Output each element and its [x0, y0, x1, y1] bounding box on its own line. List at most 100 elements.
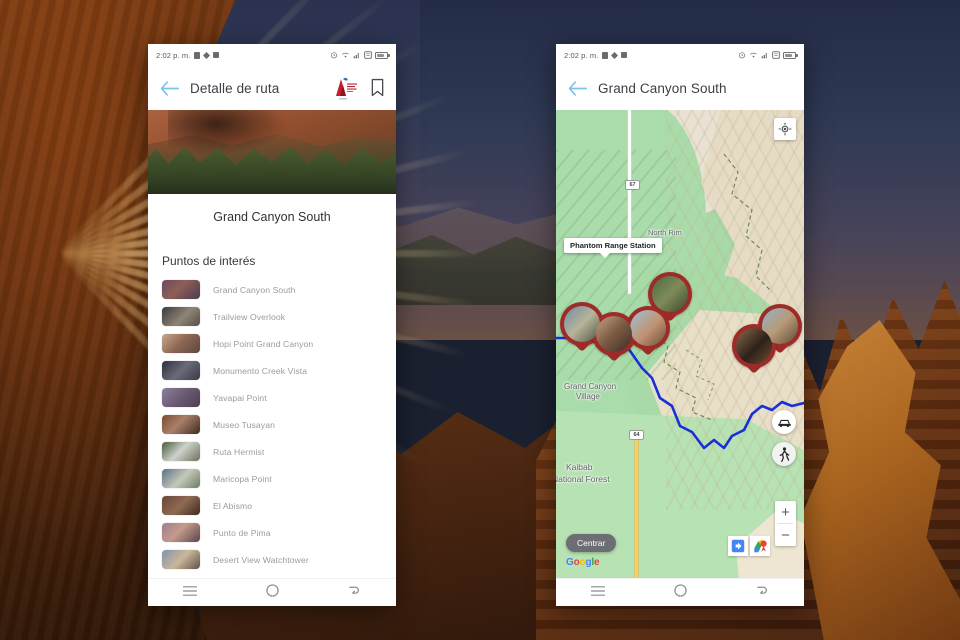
diamond-icon: [203, 51, 211, 59]
zoom-in-button[interactable]: +: [775, 501, 796, 523]
poi-label: El Abismo: [213, 500, 253, 511]
map-label-grand-canyon: Grand Canyon: [564, 382, 617, 391]
map-view[interactable]: 67 64 North Rim Grand Canyon Village Kai…: [556, 110, 804, 578]
signal-icon: [353, 53, 359, 59]
center-button[interactable]: Centrar: [566, 534, 617, 552]
map-label-village: Village: [576, 392, 600, 401]
section-heading-points-of-interest: Puntos de interés: [162, 254, 256, 268]
square-icon: [213, 52, 220, 58]
google-maps-badge[interactable]: [750, 536, 770, 556]
back-arrow-icon[interactable]: [566, 77, 588, 99]
back-nav-icon[interactable]: [756, 584, 769, 602]
poi-thumbnail: [162, 415, 200, 434]
poi-thumbnail: [162, 388, 200, 407]
home-circle-icon[interactable]: [674, 583, 687, 602]
battery-icon: [783, 51, 798, 59]
android-nav-bar-left: [148, 578, 396, 606]
directions-badge[interactable]: [728, 536, 748, 556]
points-of-interest-list: Grand Canyon South Trailview Overlook Hopi…: [148, 276, 396, 573]
list-item[interactable]: Maricopa Point: [162, 465, 396, 492]
highway-shield-67: 67: [625, 180, 640, 190]
pin-photo: [652, 276, 688, 312]
status-time-2: 2:02 p. m.: [564, 50, 599, 60]
poi-thumbnail: [162, 334, 200, 353]
poi-label: Museo Tusayan: [213, 419, 275, 430]
poi-thumbnail: [162, 307, 200, 326]
wifi-icon: [750, 52, 757, 58]
map-tooltip-phantom-range-station[interactable]: Phantom Range Station: [564, 238, 662, 258]
list-item[interactable]: El Abismo: [162, 492, 396, 519]
facebook-icon: [194, 51, 201, 59]
sim-icon: [772, 51, 780, 59]
poi-label: Maricopa Point: [213, 473, 272, 484]
google-maps-badges: [728, 536, 770, 556]
phone-screenshot-right: 2:02 p. m. Grand Canyon South 67 64 Nort…: [556, 44, 804, 606]
zoom-controls[interactable]: + −: [775, 501, 796, 546]
list-item[interactable]: Hopi Point Grand Canyon: [162, 330, 396, 357]
signal-icon: [761, 53, 767, 59]
google-watermark: Google: [566, 557, 600, 568]
page-title: Detalle de ruta: [190, 80, 280, 96]
highway-shield-64: 64: [629, 430, 644, 440]
list-item[interactable]: Desert View Watchtower: [162, 546, 396, 573]
pin-photo: [630, 310, 666, 346]
map-label-kaibab: Kaibab: [566, 462, 593, 472]
menu-icon[interactable]: [182, 584, 197, 602]
zoom-out-button[interactable]: −: [775, 524, 796, 546]
locate-target-icon[interactable]: [774, 118, 796, 140]
poi-thumbnail: [162, 469, 200, 488]
poi-label: Monumento Creek Vista: [213, 365, 308, 376]
app-bar-right: Grand Canyon South: [556, 66, 804, 110]
poi-label: Trailview Overlook: [213, 311, 286, 322]
pin-photo: [564, 306, 600, 342]
poi-label: Grand Canyon South: [213, 284, 296, 295]
poi-label: Hopi Point Grand Canyon: [213, 338, 314, 349]
poi-label: Yavapai Point: [213, 392, 267, 403]
shield-label: 64: [633, 432, 640, 438]
brand-logo: [330, 74, 360, 102]
menu-icon[interactable]: [590, 584, 605, 602]
list-item[interactable]: Trailview Overlook: [162, 303, 396, 330]
route-name: Grand Canyon South: [213, 210, 331, 224]
pin-photo: [736, 328, 772, 364]
poi-label: Desert View Watchtower: [213, 554, 309, 565]
status-bar-right: 2:02 p. m.: [556, 44, 804, 66]
list-item[interactable]: Grand Canyon South: [162, 276, 396, 303]
background-scene: [0, 0, 960, 640]
list-item[interactable]: Museo Tusayan: [162, 411, 396, 438]
poi-label: Punto de Pima: [213, 527, 271, 538]
poi-thumbnail: [162, 496, 200, 515]
list-item[interactable]: Ruta Hermist: [162, 438, 396, 465]
poi-thumbnail: [162, 550, 200, 569]
phone-screenshot-left: 2:02 p. m. Detalle de ruta Grand Canyon …: [148, 44, 396, 606]
bookmark-icon[interactable]: [370, 78, 386, 98]
status-bar-left-group: 2:02 p. m.: [156, 51, 220, 60]
poi-thumbnail: [162, 280, 200, 299]
square-icon: [621, 52, 628, 58]
map-label-national-forest: National Forest: [556, 474, 610, 484]
status-bar-right-group: [330, 51, 390, 59]
back-arrow-icon[interactable]: [158, 77, 180, 99]
battery-icon: [375, 51, 390, 59]
poi-label: Ruta Hermist: [213, 446, 265, 457]
map-label-north-rim: North Rim: [648, 228, 682, 237]
alarm-icon: [331, 52, 337, 59]
shield-label: 67: [629, 182, 636, 188]
list-item[interactable]: Monumento Creek Vista: [162, 357, 396, 384]
pin-photo: [596, 316, 632, 352]
map-page-title: Grand Canyon South: [598, 80, 727, 96]
list-item[interactable]: Yavapai Point: [162, 384, 396, 411]
car-mode-icon[interactable]: [772, 410, 796, 434]
poi-thumbnail: [162, 523, 200, 542]
walk-mode-icon[interactable]: [772, 442, 796, 466]
status-bar-left-group-2: 2:02 p. m.: [564, 50, 628, 60]
back-nav-icon[interactable]: [348, 584, 361, 602]
route-hero-image: [148, 110, 396, 194]
status-bar-right-group-2: [738, 51, 798, 59]
app-bar-left: Detalle de ruta: [148, 66, 396, 110]
wifi-icon: [342, 52, 349, 58]
list-item[interactable]: Punto de Pima: [162, 519, 396, 546]
diamond-icon: [611, 51, 619, 59]
alarm-icon: [739, 52, 745, 59]
home-circle-icon[interactable]: [266, 583, 279, 602]
